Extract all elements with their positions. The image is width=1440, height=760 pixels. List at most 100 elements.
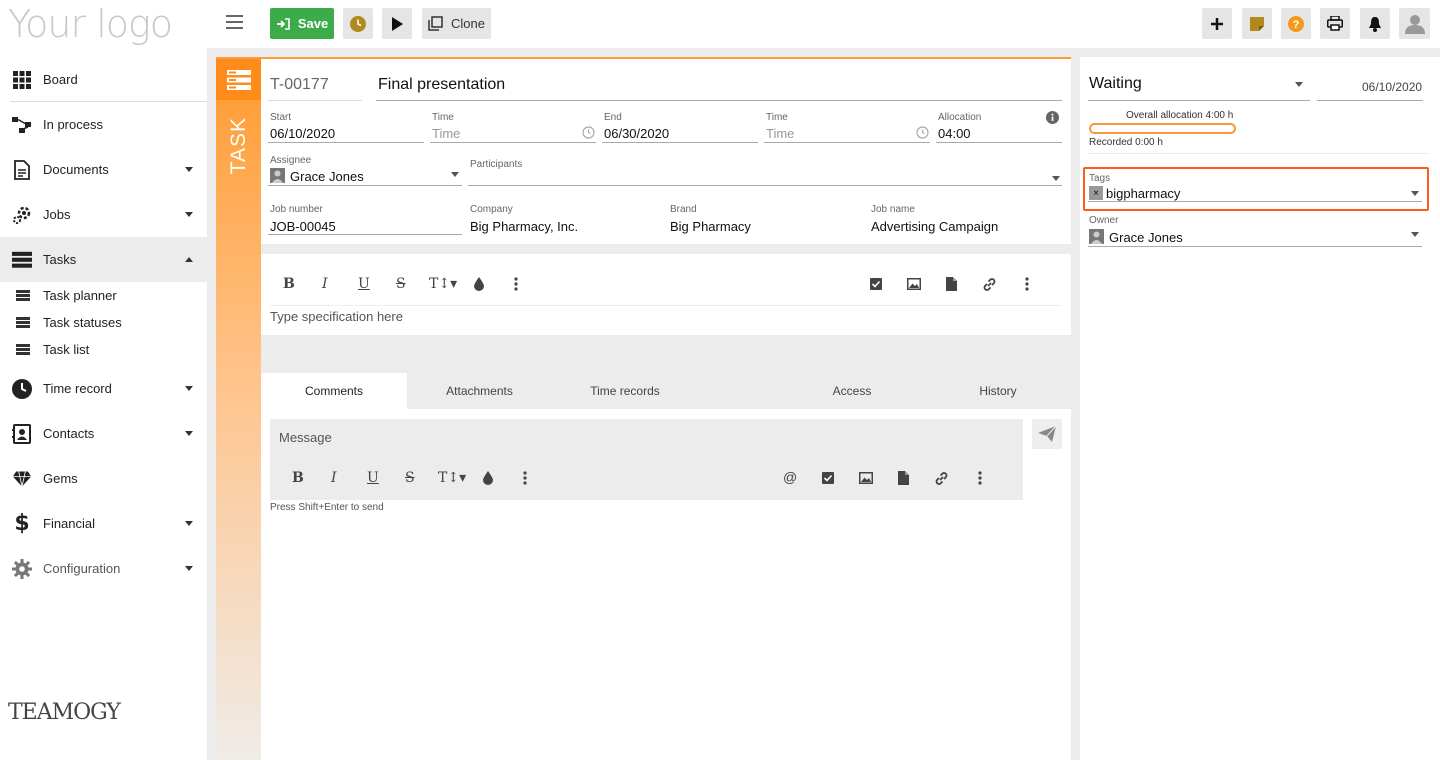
timer-button[interactable] [343,8,373,39]
sidebar-item-documents[interactable]: Documents [0,147,207,192]
checkbox-icon[interactable] [822,472,834,484]
sidebar-item-financial[interactable]: $ Financial [0,501,207,546]
specification-editor[interactable]: Type specification here [270,309,403,324]
owner-select[interactable]: Grace Jones [1109,230,1183,245]
allocation-input[interactable]: 04:00 [938,126,971,141]
task-title-input[interactable]: Final presentation [378,76,505,94]
italic-button[interactable]: I [322,276,328,292]
chevron-down-icon[interactable] [1052,176,1060,181]
image-icon[interactable] [859,472,873,484]
clock-icon[interactable] [916,126,929,139]
chevron-down-icon[interactable] [185,521,193,526]
more-vert-icon[interactable] [978,471,982,485]
gear-icon [12,558,32,579]
sidebar-item-label: Board [43,72,78,87]
checkbox-icon[interactable] [870,278,882,290]
text-size-button[interactable]: T↕▾ [429,276,457,292]
participants-select[interactable] [468,185,1062,186]
chevron-down-icon[interactable] [1411,191,1419,196]
mention-button[interactable]: @ [783,469,797,485]
chevron-down-icon[interactable] [185,566,193,571]
assignee-select[interactable]: Grace Jones [290,169,364,184]
chevron-down-icon[interactable] [185,167,193,172]
workflow-icon [12,115,32,135]
clock-icon[interactable] [582,126,595,139]
file-icon[interactable] [898,471,909,485]
sidebar-subitem-task-list[interactable]: Task list [0,336,207,363]
section-gap [261,335,1071,373]
bold-button[interactable]: B [283,276,295,292]
user-avatar-icon [1089,229,1104,244]
sidebar-item-in-process[interactable]: In process [0,102,207,147]
sidebar-item-configuration[interactable]: Configuration [0,546,207,591]
status-date[interactable]: 06/10/2020 [1362,80,1422,94]
play-button[interactable] [382,8,412,39]
strikethrough-button[interactable]: S [405,470,415,486]
chevron-up-icon[interactable] [185,257,193,262]
sidebar-item-gems[interactable]: Gems [0,456,207,501]
link-icon[interactable] [934,471,949,486]
sidebar-item-board[interactable]: Board [0,57,207,102]
menu-icon[interactable] [226,15,243,29]
underline-button[interactable]: U [358,276,370,292]
more-vert-icon[interactable] [514,277,518,291]
tab-comments[interactable]: Comments [261,373,407,409]
company-label: Company [470,204,513,215]
job-number-input[interactable]: JOB-00045 [270,219,336,234]
tab-time-records[interactable]: Time records [552,373,698,409]
profile-button[interactable] [1399,8,1430,39]
chevron-down-icon[interactable] [185,386,193,391]
color-drop-icon[interactable] [474,277,484,291]
send-button[interactable] [1032,419,1062,449]
tags-select[interactable] [1088,201,1422,202]
end-date-input[interactable]: 06/30/2020 [604,126,669,141]
clone-button[interactable]: Clone [422,8,491,39]
tab-attachments[interactable]: Attachments [407,373,552,409]
tab-access[interactable]: Access [779,373,925,409]
sidebar-item-contacts[interactable]: Contacts [0,411,207,456]
sidebar-item-tasks[interactable]: Tasks [0,237,207,282]
color-drop-icon[interactable] [483,471,493,485]
chevron-down-icon[interactable] [1295,82,1303,87]
jobs-icon [12,205,32,225]
add-button[interactable] [1202,8,1232,39]
company-value: Big Pharmacy, Inc. [470,219,579,234]
message-editor[interactable] [270,419,1023,500]
send-hint: Press Shift+Enter to send [270,502,384,513]
sidebar-subitem-task-planner[interactable]: Task planner [0,282,207,309]
chevron-down-icon[interactable] [451,172,459,177]
status-select[interactable]: Waiting [1089,75,1142,93]
end-time-input[interactable]: Time [766,126,794,141]
image-icon[interactable] [907,278,921,290]
remove-tag-icon[interactable]: × [1089,186,1103,200]
bold-button[interactable]: B [292,470,304,486]
sidebar-subitem-task-statuses[interactable]: Task statuses [0,309,207,336]
info-icon[interactable] [1046,111,1059,124]
more-vert-icon[interactable] [1025,277,1029,291]
sidebar-item-jobs[interactable]: Jobs [0,192,207,237]
divider [268,100,362,101]
divider [270,305,1062,306]
start-date-input[interactable]: 06/10/2020 [270,126,335,141]
print-button[interactable] [1320,8,1350,39]
tab-history[interactable]: History [925,373,1071,409]
notifications-button[interactable] [1360,8,1390,39]
save-button[interactable]: Save [270,8,334,39]
text-size-button[interactable]: T↕▾ [438,470,466,486]
file-icon[interactable] [946,277,957,291]
sidebar-item-label: Gems [43,471,78,486]
help-button[interactable]: ? [1281,8,1311,39]
sidebar-item-time-record[interactable]: Time record [0,366,207,411]
strikethrough-button[interactable]: S [396,276,406,292]
user-avatar-icon [270,168,285,183]
note-button[interactable] [1242,8,1272,39]
italic-button[interactable]: I [331,470,337,486]
link-icon[interactable] [982,277,997,292]
underline-button[interactable]: U [367,470,379,486]
chevron-down-icon[interactable] [185,212,193,217]
start-time-input[interactable]: Time [432,126,460,141]
chevron-down-icon[interactable] [185,431,193,436]
chevron-down-icon[interactable] [1411,232,1419,237]
divider [268,185,462,186]
more-vert-icon[interactable] [523,471,527,485]
